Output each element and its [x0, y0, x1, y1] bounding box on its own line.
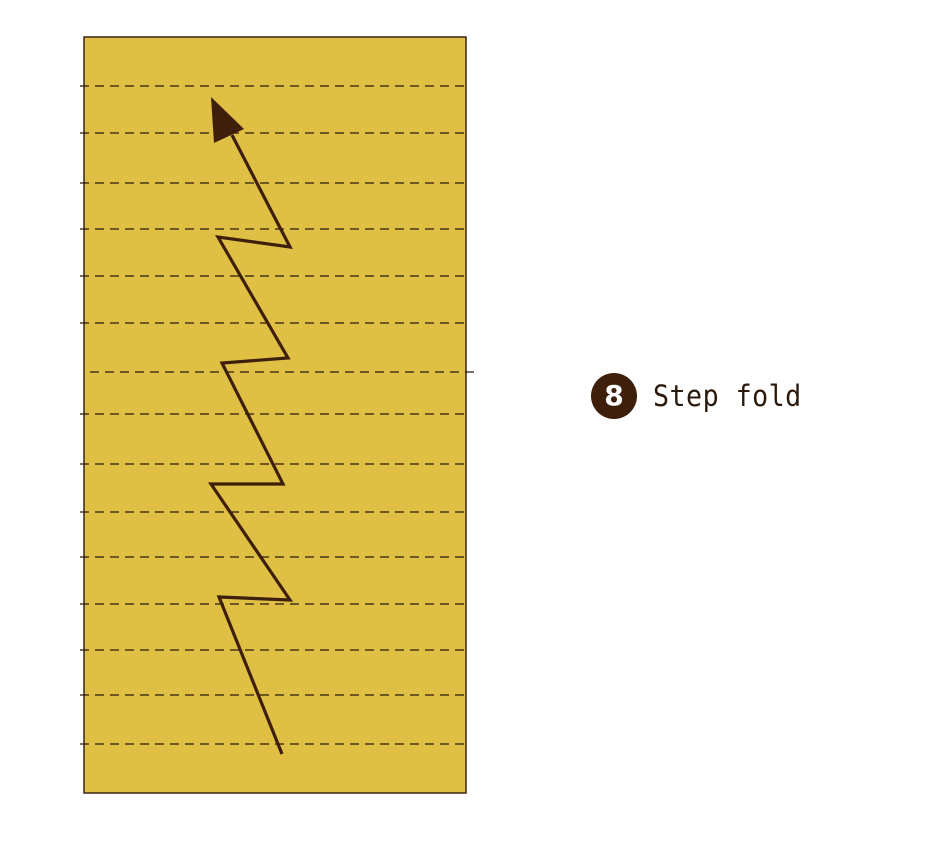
step-title: Step fold: [653, 379, 802, 413]
step-label: 8 Step fold: [591, 372, 815, 420]
step-number-badge: 8: [591, 373, 637, 419]
paper-sheet: [83, 36, 467, 794]
step-fold-diagram: [80, 36, 476, 794]
